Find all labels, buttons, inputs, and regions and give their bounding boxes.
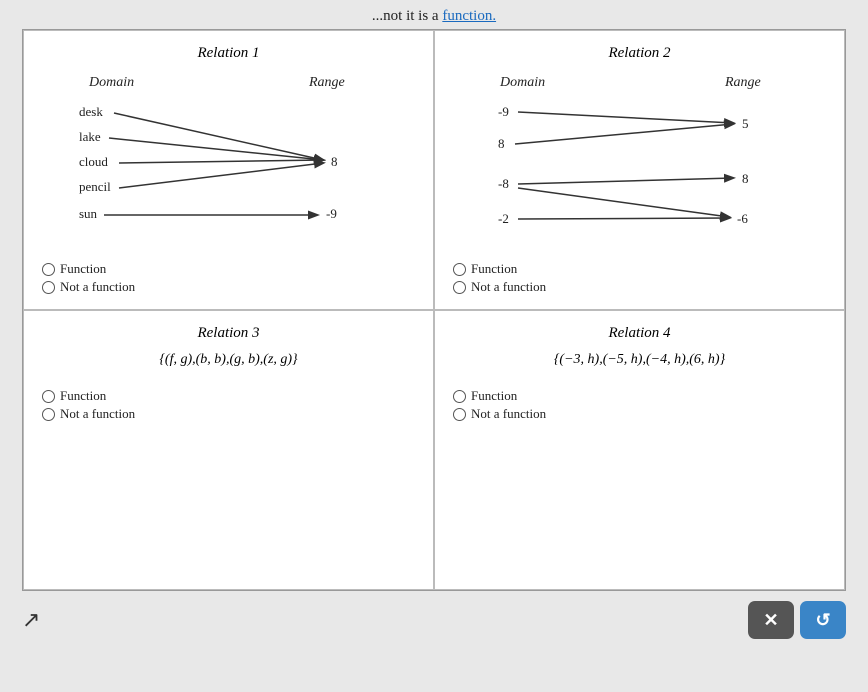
- relation3-function-label: Function: [60, 388, 106, 404]
- header-text: ...not it is a function.: [0, 0, 868, 29]
- relation3-function-radio[interactable]: [42, 390, 55, 403]
- relation2-notfunction-radio[interactable]: [453, 281, 466, 294]
- relation1-notfunction-radio[interactable]: [42, 281, 55, 294]
- relation1-function-option[interactable]: Function: [42, 261, 415, 277]
- svg-text:Domain: Domain: [499, 75, 545, 90]
- svg-text:8: 8: [498, 136, 505, 151]
- relation1-quadrant: Relation 1 Domain Range desk lake cloud …: [23, 30, 434, 310]
- relation3-notfunction-label: Not a function: [60, 406, 135, 422]
- svg-text:5: 5: [742, 116, 749, 131]
- relation1-options: Function Not a function: [42, 261, 415, 295]
- relation4-notfunction-label: Not a function: [471, 406, 546, 422]
- relation2-notfunction-label: Not a function: [471, 279, 546, 295]
- function-link[interactable]: function.: [442, 8, 496, 24]
- relation4-function-label: Function: [471, 388, 517, 404]
- relation3-set: {(f, g),(b, b),(g, b),(z, g)}: [42, 352, 415, 368]
- svg-text:lake: lake: [79, 129, 101, 144]
- svg-text:sun: sun: [79, 206, 98, 221]
- relation2-notfunction-option[interactable]: Not a function: [453, 279, 826, 295]
- relation1-diagram: Domain Range desk lake cloud pencil sun …: [59, 68, 399, 253]
- relation2-function-label: Function: [471, 261, 517, 277]
- svg-text:Range: Range: [724, 75, 761, 90]
- svg-text:8: 8: [331, 154, 338, 169]
- svg-text:-9: -9: [498, 104, 509, 119]
- svg-text:-6: -6: [737, 211, 748, 226]
- relation4-notfunction-option[interactable]: Not a function: [453, 406, 826, 422]
- button-group: ✕ ↺: [748, 601, 846, 639]
- relations-grid: Relation 1 Domain Range desk lake cloud …: [22, 29, 846, 591]
- relation3-title: Relation 3: [42, 325, 415, 342]
- relation1-title: Relation 1: [42, 45, 415, 62]
- relation3-function-option[interactable]: Function: [42, 388, 415, 404]
- bottom-bar: ↖ ✕ ↺: [0, 591, 868, 647]
- relation3-quadrant: Relation 3 {(f, g),(b, b),(g, b),(z, g)}…: [23, 310, 434, 590]
- relation1-function-label: Function: [60, 261, 106, 277]
- relation2-function-radio[interactable]: [453, 263, 466, 276]
- svg-text:Range: Range: [308, 75, 345, 90]
- relation1-notfunction-label: Not a function: [60, 279, 135, 295]
- svg-text:-8: -8: [498, 176, 509, 191]
- relation4-quadrant: Relation 4 {(−3, h),(−5, h),(−4, h),(6, …: [434, 310, 845, 590]
- relation2-title: Relation 2: [453, 45, 826, 62]
- relation2-quadrant: Relation 2 Domain Range -9 8 -8 -2 5 8 -…: [434, 30, 845, 310]
- svg-text:Domain: Domain: [88, 75, 134, 90]
- relation4-notfunction-radio[interactable]: [453, 408, 466, 421]
- relation3-options: Function Not a function: [42, 388, 415, 422]
- relation4-set: {(−3, h),(−5, h),(−4, h),(6, h)}: [453, 352, 826, 368]
- relation1-notfunction-option[interactable]: Not a function: [42, 279, 415, 295]
- relation4-function-radio[interactable]: [453, 390, 466, 403]
- relation4-function-option[interactable]: Function: [453, 388, 826, 404]
- relation2-options: Function Not a function: [453, 261, 826, 295]
- svg-text:-2: -2: [498, 211, 509, 226]
- relation1-function-radio[interactable]: [42, 263, 55, 276]
- svg-text:8: 8: [742, 171, 749, 186]
- cursor-icon: ↖: [22, 607, 40, 633]
- redo-button[interactable]: ↺: [800, 601, 846, 639]
- relation3-notfunction-radio[interactable]: [42, 408, 55, 421]
- svg-text:desk: desk: [79, 104, 103, 119]
- svg-text:-9: -9: [326, 206, 337, 221]
- relation4-title: Relation 4: [453, 325, 826, 342]
- x-button[interactable]: ✕: [748, 601, 794, 639]
- relation4-options: Function Not a function: [453, 388, 826, 422]
- relation2-function-option[interactable]: Function: [453, 261, 826, 277]
- relation2-diagram: Domain Range -9 8 -8 -2 5 8 -6: [480, 68, 800, 253]
- relation3-notfunction-option[interactable]: Not a function: [42, 406, 415, 422]
- svg-text:pencil: pencil: [79, 179, 111, 194]
- svg-text:cloud: cloud: [79, 154, 108, 169]
